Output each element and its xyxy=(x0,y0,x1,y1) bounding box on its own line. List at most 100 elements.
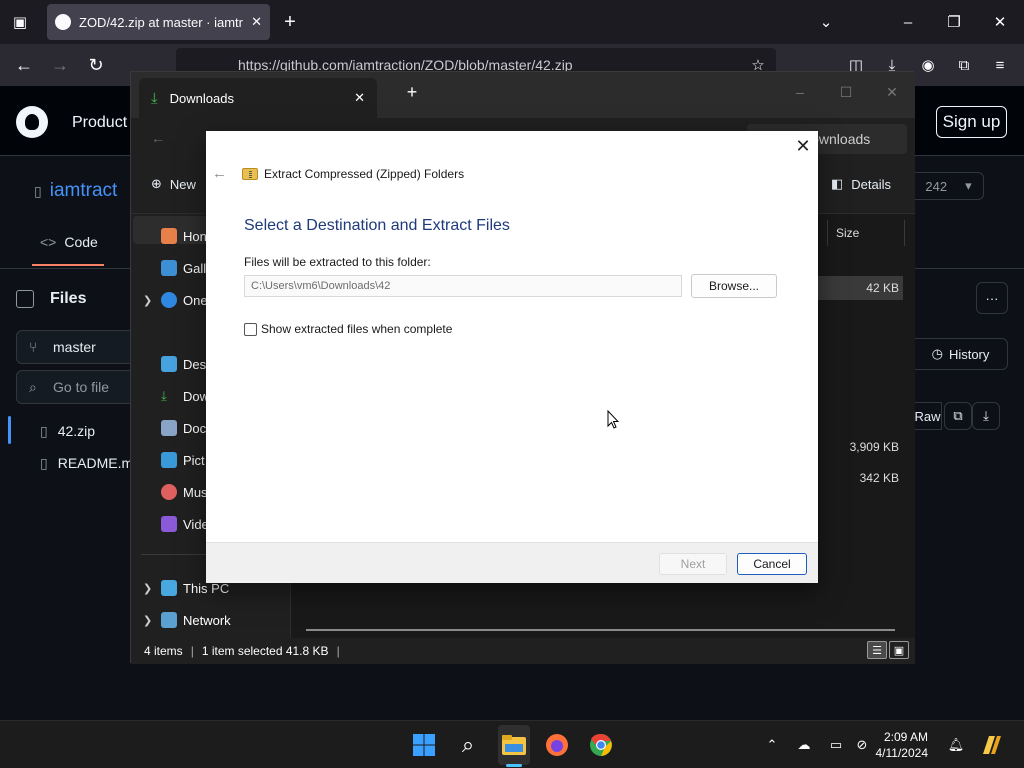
sidebar-item-desktop[interactable]: Desk xyxy=(161,350,213,378)
close-window-icon[interactable]: ✕ xyxy=(988,10,1012,34)
forward-icon[interactable]: → xyxy=(48,53,72,77)
menu-icon[interactable]: ≡ xyxy=(988,53,1012,77)
file-size: 3,909 KB xyxy=(849,440,899,454)
tab-code[interactable]: <> Code xyxy=(40,234,98,250)
back-icon[interactable]: ← xyxy=(135,124,181,152)
new-label: New xyxy=(169,176,196,192)
horizontal-scrollbar[interactable] xyxy=(306,629,895,631)
explorer-titlebar: ⤓ Downloads ✕ + – ☐ ✕ xyxy=(131,72,915,118)
notification-bell-icon[interactable]: 🔔︎ xyxy=(946,735,966,755)
details-view-icon[interactable]: ☰ xyxy=(867,641,887,659)
destination-path-value: C:\Users\vm6\Downloads\42 xyxy=(251,280,391,292)
sidebar-item-documents[interactable]: Doc xyxy=(161,414,206,442)
tiles-view-icon[interactable]: ▣ xyxy=(889,641,909,659)
repo-icon: ▯ xyxy=(34,182,42,199)
dialog-title: Extract Compressed (Zipped) Folders xyxy=(242,167,464,181)
sidebar-item-network[interactable]: Network xyxy=(161,606,231,634)
code-icon: <> xyxy=(40,234,57,250)
browser-tab-title: ZOD/42.zip at master · iamtracti xyxy=(79,14,243,30)
extensions-icon[interactable]: ⧉ xyxy=(952,53,976,77)
browse-button[interactable]: Browse... xyxy=(691,274,777,298)
sidebar-item-onedrive[interactable]: One xyxy=(161,286,208,314)
clock-date: 4/11/2024 xyxy=(875,746,929,760)
search-icon[interactable]: ⌕ xyxy=(452,729,484,761)
selected-file-indicator xyxy=(8,416,11,444)
file-item-42zip[interactable]: ▯ 42.zip xyxy=(40,423,95,440)
sidebar-item-pictures[interactable]: Pict xyxy=(161,446,205,474)
file-icon: ▯ xyxy=(40,455,48,471)
tab-list-icon[interactable]: ▣ xyxy=(8,10,32,34)
file-item-readme[interactable]: ▯ README.m xyxy=(40,455,133,472)
file-name: README.m xyxy=(57,455,134,471)
repo-link[interactable]: iamtract xyxy=(50,180,118,202)
close-window-icon[interactable]: ✕ xyxy=(869,78,915,106)
minimize-icon[interactable]: – xyxy=(896,10,920,34)
maximize-icon[interactable]: ☐ xyxy=(823,78,869,106)
details-label: Details xyxy=(851,176,892,192)
minimize-icon[interactable]: – xyxy=(777,78,823,106)
reload-icon[interactable]: ↻ xyxy=(84,53,108,77)
copy-icon[interactable]: ⧉ xyxy=(944,402,972,430)
new-button[interactable]: ⊕ New xyxy=(151,176,196,192)
history-button[interactable]: ◷ History xyxy=(914,338,1008,370)
star-count-button[interactable]: 242 ▾ xyxy=(914,172,984,200)
explorer-tab[interactable]: ⤓ Downloads ✕ xyxy=(139,78,377,118)
checkbox-box[interactable] xyxy=(244,322,257,336)
dialog-heading: Select a Destination and Extract Files xyxy=(244,217,510,234)
details-button[interactable]: ◧ Details xyxy=(831,176,891,192)
plus-circle-icon: ⊕ xyxy=(151,176,162,191)
home-icon xyxy=(161,228,177,244)
onedrive-offline-icon[interactable]: ☁ xyxy=(794,735,814,755)
tab-code-label: Code xyxy=(64,234,98,250)
restore-icon[interactable]: ❐ xyxy=(942,10,966,34)
new-tab-icon[interactable]: + xyxy=(278,10,302,34)
size-column-header[interactable]: Size xyxy=(827,220,905,246)
history-icon: ◷ xyxy=(931,346,943,361)
raw-button[interactable]: Raw xyxy=(914,402,942,430)
sidebar-item-home[interactable]: Hon xyxy=(161,222,207,250)
file-explorer-icon[interactable] xyxy=(498,729,530,761)
desktop-icon xyxy=(161,356,177,372)
display-icon[interactable]: ▭ xyxy=(826,735,846,755)
start-icon[interactable] xyxy=(408,729,440,761)
close-icon[interactable]: ✕ xyxy=(792,135,814,157)
sidebar-item-downloads[interactable]: ⤓ Dow xyxy=(161,382,209,410)
download-icon[interactable]: ⤓ xyxy=(972,402,1000,430)
cancel-button[interactable]: Cancel xyxy=(737,553,807,575)
chevron-right-icon[interactable]: ❯ xyxy=(143,582,152,595)
sidebar-item-gallery[interactable]: Gall xyxy=(161,254,206,282)
raw-label: Raw xyxy=(914,408,941,424)
more-options-icon[interactable]: ··· xyxy=(976,282,1008,314)
repo-name[interactable]: ▯ iamtract xyxy=(34,180,117,202)
firefox-icon[interactable] xyxy=(541,729,573,761)
back-icon[interactable]: ← xyxy=(212,165,227,182)
status-selected: 1 item selected 41.8 KB xyxy=(201,644,329,658)
sidebar-item-videos[interactable]: Vide xyxy=(161,510,209,538)
music-icon xyxy=(161,484,177,500)
chevron-down-icon[interactable]: ⌄ xyxy=(814,10,838,34)
new-tab-icon[interactable]: + xyxy=(389,78,435,106)
chevron-up-icon[interactable]: ⌃ xyxy=(762,735,782,755)
browser-tab[interactable]: ZOD/42.zip at master · iamtracti ✕ xyxy=(47,4,270,40)
chevron-right-icon[interactable]: ❯ xyxy=(143,614,152,627)
explorer-tab-title: Downloads xyxy=(169,90,234,106)
sign-up-button[interactable]: Sign up xyxy=(936,106,1007,138)
sidebar-item-music[interactable]: Mus xyxy=(161,478,208,506)
github-logo-icon[interactable] xyxy=(16,106,48,138)
chrome-icon[interactable] xyxy=(585,729,617,761)
close-tab-icon[interactable]: ✕ xyxy=(354,90,365,106)
copilot-icon[interactable] xyxy=(978,731,1006,759)
back-icon[interactable]: ← xyxy=(12,53,36,77)
star-count: 242 xyxy=(925,178,948,194)
product-menu[interactable]: Product xyxy=(72,114,127,132)
clock[interactable]: 2:09 AM 4/11/2024 xyxy=(858,729,929,761)
next-button[interactable]: Next xyxy=(659,553,727,575)
sidebar-collapse-icon[interactable] xyxy=(16,290,34,308)
chevron-right-icon[interactable]: ❯ xyxy=(143,294,152,307)
close-tab-icon[interactable]: ✕ xyxy=(251,14,262,30)
account-icon[interactable]: ◉ xyxy=(916,53,940,77)
branch-icon: ⑂ xyxy=(29,339,38,355)
computer-icon xyxy=(161,580,177,596)
destination-path-input[interactable]: C:\Users\vm6\Downloads\42 xyxy=(244,275,682,297)
show-files-checkbox[interactable]: Show extracted files when complete xyxy=(244,322,452,336)
